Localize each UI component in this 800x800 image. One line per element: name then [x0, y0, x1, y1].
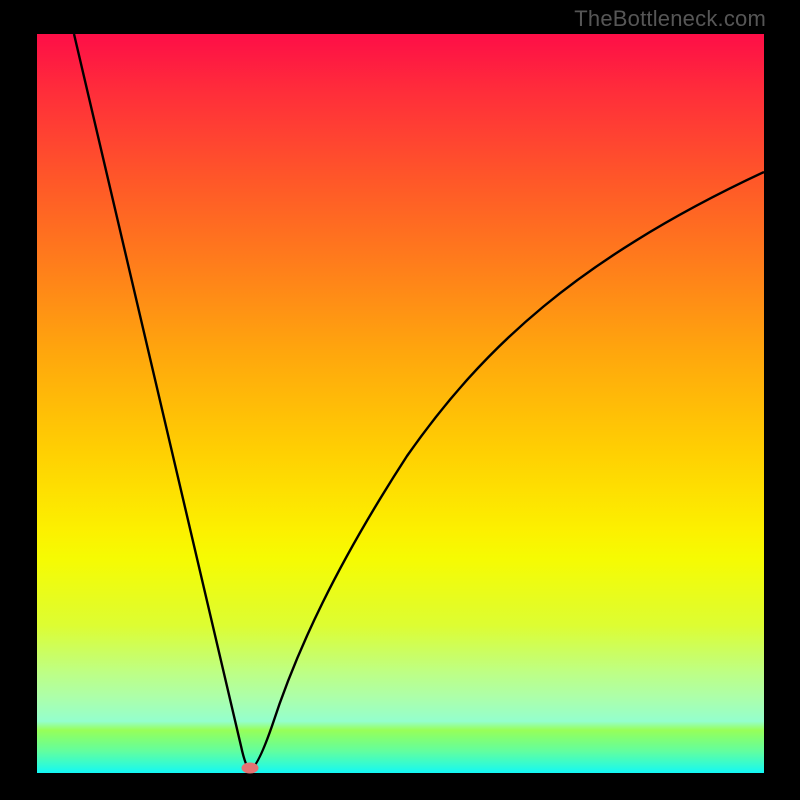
watermark-text: TheBottleneck.com — [574, 6, 766, 32]
chart-stage: TheBottleneck.com — [0, 0, 800, 800]
optimum-marker — [242, 762, 259, 773]
plot-background-gradient — [37, 34, 764, 773]
